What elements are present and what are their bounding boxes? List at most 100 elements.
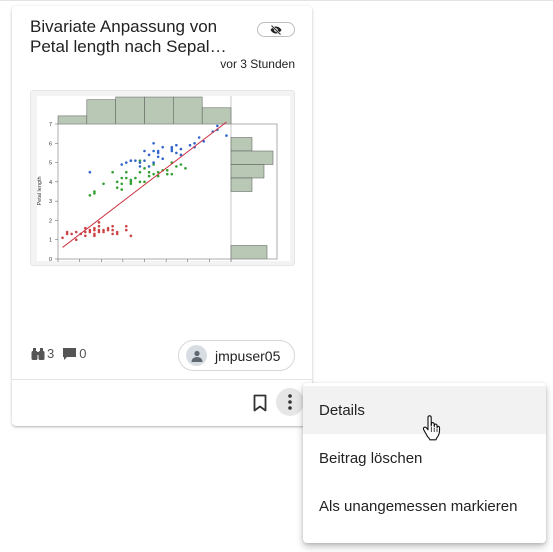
data-point [138,180,142,184]
top-border [0,0,553,1]
data-point [161,157,165,161]
data-point [156,149,160,153]
data-point [115,180,119,184]
more-options-button[interactable] [276,388,304,416]
bivariate-fit-chart: Petal length 0 1 2 3 4 5 6 7 [37,96,290,263]
person-icon [191,350,202,362]
data-point [138,161,142,164]
data-point [84,234,87,238]
data-point [175,143,178,147]
data-point [61,236,64,240]
data-point [120,182,124,186]
timestamp: vor 3 Stunden [220,57,295,71]
avatar [186,345,207,366]
data-point [147,165,151,168]
data-point [184,167,187,170]
right-hist-bar [230,245,268,260]
data-point [179,147,183,151]
data-point [138,165,142,168]
eye-off-icon [270,24,282,35]
visibility-chip[interactable] [257,22,295,37]
menu-item-report[interactable]: Als unangemessen markieren [303,482,546,530]
card-divider [12,379,312,380]
data-point [152,141,155,145]
data-point [143,180,146,184]
comment-icon [63,347,77,360]
data-point [93,226,96,230]
data-point [93,192,96,195]
data-point [143,149,146,153]
data-point [124,228,128,232]
data-point [129,180,133,184]
top-hist-bar [57,115,88,125]
card-title-line1: Bivariate Anpassung von [30,17,218,36]
data-point [147,170,151,174]
data-point [170,172,174,176]
data-point [74,230,78,234]
chart-thumbnail[interactable]: Petal length 0 1 2 3 4 5 6 7 [30,90,295,266]
data-point [88,230,92,234]
right-hist-bar [230,150,274,165]
top-hist-bar [201,107,232,125]
data-point [193,141,196,145]
data-point [111,228,114,232]
data-point [74,238,78,242]
data-point [156,155,160,159]
right-hist-bar [230,177,253,192]
data-point [175,151,178,155]
data-point [115,230,119,234]
data-point [147,153,151,157]
y-tick-label: 6 [49,141,52,147]
bookmark-button[interactable] [251,392,269,414]
right-hist-bar [230,137,253,152]
data-point [111,232,114,236]
data-point [134,159,137,162]
y-tick-label: 5 [49,161,52,167]
data-point [120,176,124,180]
data-point [111,170,114,174]
y-axis-label: Petal length [37,176,43,205]
data-point [97,228,101,232]
data-point [124,161,128,164]
data-point [197,136,201,139]
data-point [152,161,155,164]
menu-item-delete-post[interactable]: Beitrag löschen [303,434,546,482]
data-point [115,186,119,189]
author-chip[interactable]: jmpuser05 [178,340,295,371]
data-point [124,224,128,228]
y-tick-label: 7 [49,122,52,128]
card-title-line2: Petal length nach Sepal… [30,37,227,56]
post-card[interactable]: Bivariate Anpassung von Petal length nac… [12,6,312,426]
data-point [120,188,124,191]
binoculars-icon [31,347,45,360]
data-point [143,159,146,162]
y-tick-label: 3 [49,199,52,205]
top-hist-bar [173,96,203,125]
data-point [65,230,69,234]
data-point [170,145,174,149]
data-point [97,221,101,224]
post-stats: 3 0 [31,346,94,361]
data-point [225,134,228,137]
card-title[interactable]: Bivariate Anpassung von Petal length nac… [30,17,240,57]
data-point [97,224,101,228]
data-point [106,226,110,230]
data-point [179,163,183,166]
data-point [70,232,73,236]
data-point [143,167,146,170]
y-tick-label: 2 [49,218,52,224]
y-tick-label: 0 [49,257,52,263]
hand-cursor-icon [422,415,441,441]
data-point [124,176,128,180]
data-point [124,170,128,174]
data-point [88,170,92,174]
top-hist-bar [144,96,174,125]
data-point [102,182,105,186]
data-point [120,163,124,166]
views-stat: 3 [31,346,54,361]
data-point [102,230,105,234]
right-hist-bar [230,164,265,179]
data-point [138,170,142,174]
data-point [129,234,133,238]
y-tick-label: 4 [49,180,52,186]
